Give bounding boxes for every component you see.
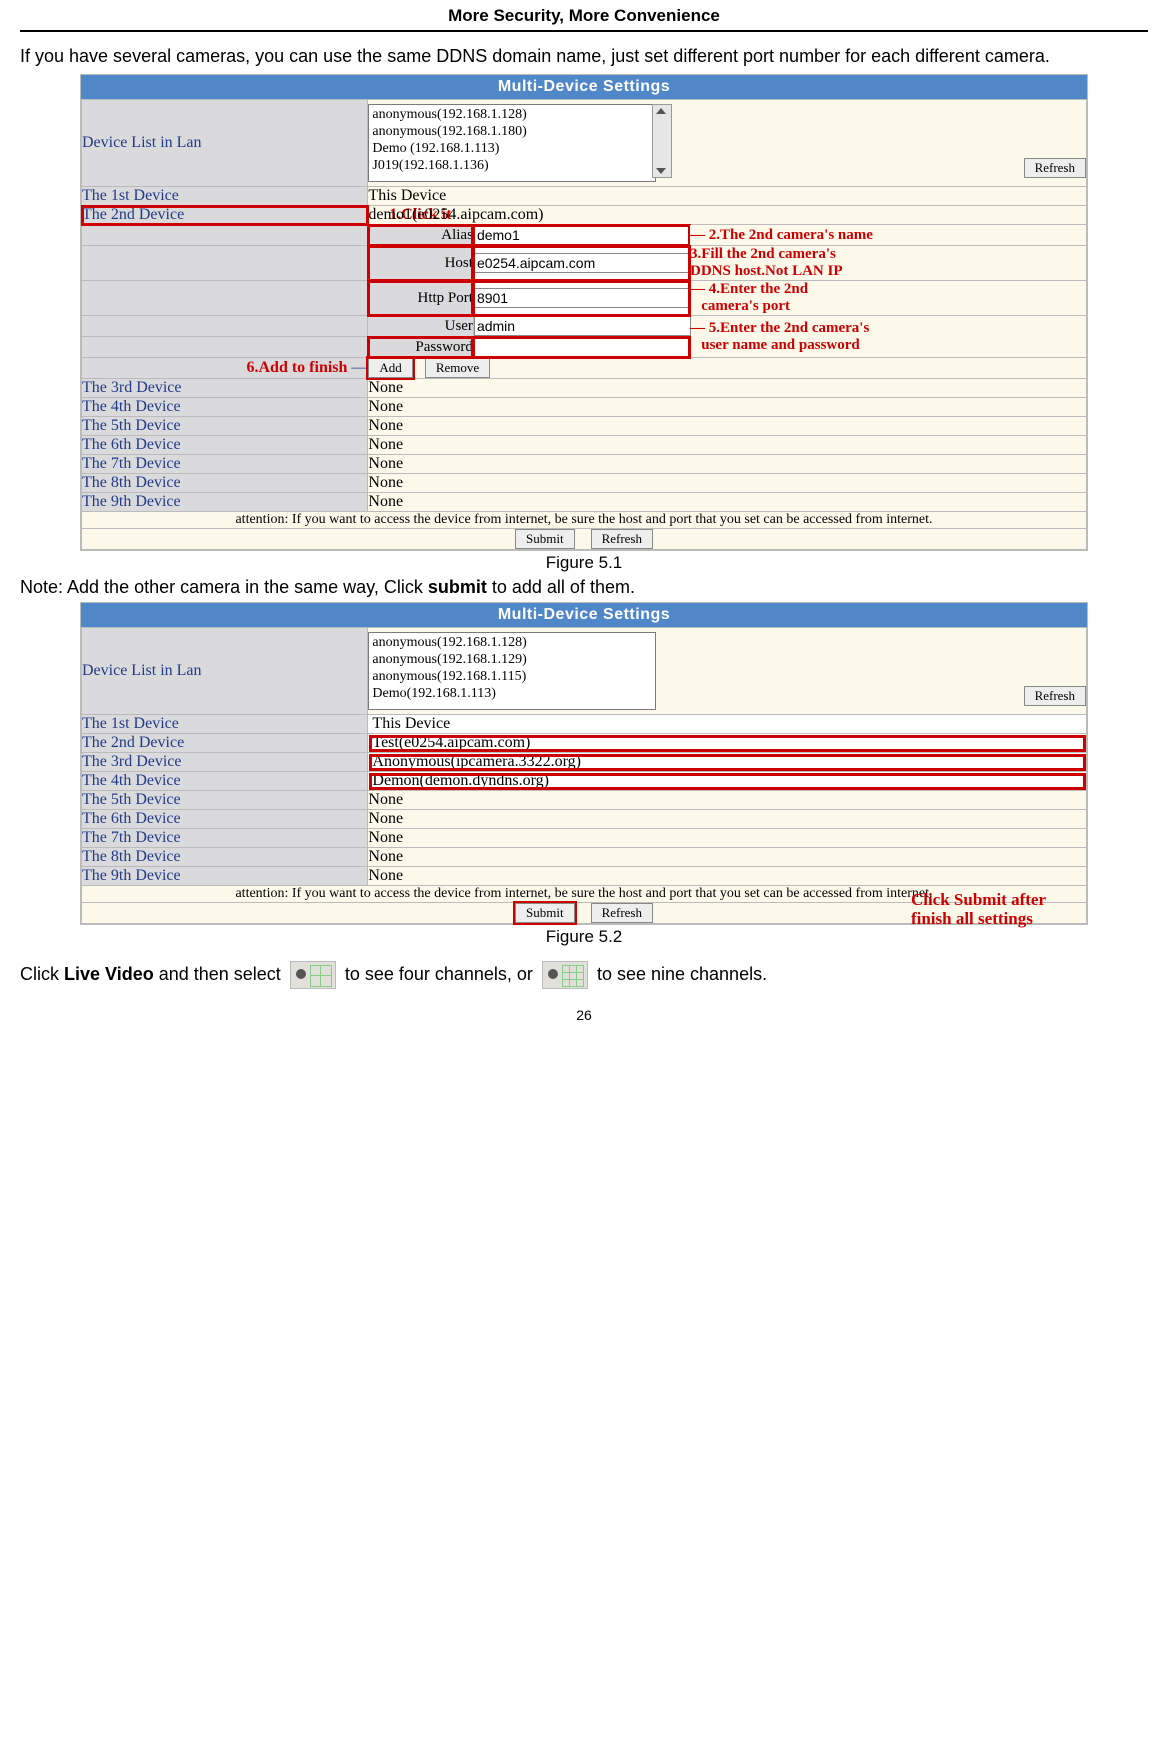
page-number: 26	[20, 1007, 1148, 1023]
dev7-label[interactable]: The 7th Device	[82, 829, 368, 848]
dev5-label[interactable]: The 5th Device	[82, 417, 368, 436]
list-item[interactable]: anonymous(192.168.1.128)	[372, 107, 652, 124]
dev7-value: None	[368, 455, 1087, 474]
user-label: User	[368, 316, 474, 337]
dev9-value: None	[368, 867, 1087, 886]
dev5-value: None	[368, 791, 1087, 810]
dev8-label[interactable]: The 8th Device	[82, 474, 368, 493]
add-button[interactable]: Add	[368, 358, 412, 378]
panel1-table: Device List in Lan anonymous(192.168.1.1…	[81, 99, 1087, 550]
user-value[interactable]	[473, 316, 689, 337]
ann-4a: 4.Enter the 2nd	[709, 281, 808, 297]
dev4-label[interactable]: The 4th Device	[82, 772, 368, 791]
dev5-label[interactable]: The 5th Device	[82, 791, 368, 810]
refresh-button-bottom[interactable]: Refresh	[591, 529, 653, 549]
list-item[interactable]: anonymous(192.168.1.129)	[372, 652, 652, 669]
port-input[interactable]	[474, 288, 691, 308]
list-item[interactable]: Demo (192.168.1.113)	[372, 141, 652, 158]
dev4-value: None	[368, 398, 1087, 417]
list-item[interactable]: Demo(192.168.1.113)	[372, 686, 652, 703]
ann-3b: DDNS host.Not LAN IP	[690, 263, 843, 279]
dev6-label[interactable]: The 6th Device	[82, 436, 368, 455]
submit-button[interactable]: Submit	[515, 903, 575, 923]
panel-multidevice-1: Multi-Device Settings Device List in Lan…	[80, 74, 1088, 551]
dev5-value: None	[368, 417, 1087, 436]
pw-input[interactable]	[474, 337, 691, 357]
intro-text: If you have several cameras, you can use…	[20, 44, 1148, 68]
refresh-button[interactable]: Refresh	[1024, 158, 1086, 178]
dev8-label[interactable]: The 8th Device	[82, 848, 368, 867]
dev1-label: The 1st Device	[82, 187, 368, 206]
device-listbox[interactable]: anonymous(192.168.1.128) anonymous(192.1…	[368, 104, 656, 182]
dev9-label[interactable]: The 9th Device	[82, 867, 368, 886]
panel2-title: Multi-Device Settings	[81, 603, 1087, 627]
figure-5-2-caption: Figure 5.2	[20, 927, 1148, 947]
dev2-label[interactable]: The 2nd Device	[82, 734, 368, 753]
host-label: Host	[368, 246, 474, 281]
dev7-value: None	[368, 829, 1087, 848]
dev3-label[interactable]: The 3rd Device	[82, 753, 368, 772]
dev3-value: Anonymous(ipcamera.3322.org)	[368, 753, 1087, 772]
ann-click-submit: Click Submit afterfinish all settings	[911, 891, 1046, 928]
panel1-title: Multi-Device Settings	[81, 75, 1087, 99]
remove-button[interactable]: Remove	[425, 358, 490, 378]
dev9-value: None	[368, 493, 1087, 512]
port-label: Http Port	[368, 281, 474, 316]
dev8-value: None	[368, 848, 1087, 867]
dev6-value: None	[368, 810, 1087, 829]
alias-input[interactable]	[474, 225, 691, 245]
ann-4b: camera's port	[701, 298, 790, 314]
dev2-label[interactable]: The 2nd Device1.Click it	[82, 206, 368, 225]
dev4-label[interactable]: The 4th Device	[82, 398, 368, 417]
figure-5-1-caption: Figure 5.1	[20, 553, 1148, 573]
page-header: More Security, More Convenience	[20, 0, 1148, 32]
dev6-value: None	[368, 436, 1087, 455]
ann-5a: 5.Enter the 2nd camera's	[709, 320, 870, 336]
alias-value[interactable]	[473, 225, 689, 246]
dev3-value: None	[368, 379, 1087, 398]
pw-value[interactable]	[473, 337, 689, 358]
dev1-value: This Device	[368, 715, 1087, 734]
dev2-value: Test(e0254.aipcam.com)	[368, 734, 1087, 753]
dev8-value: None	[368, 474, 1087, 493]
ann-5b: user name and password	[701, 337, 860, 353]
port-value[interactable]	[473, 281, 689, 316]
ann-3a: 3.Fill the 2nd camera's	[690, 246, 836, 262]
dev4-value: Demon(demon.dyndns.org)	[368, 772, 1087, 791]
list-item[interactable]: anonymous(192.168.1.180)	[372, 124, 652, 141]
dev2-value: demo1(e0254.aipcam.com)	[368, 206, 1087, 225]
dev3-label[interactable]: The 3rd Device	[82, 379, 368, 398]
list-item[interactable]: anonymous(192.168.1.115)	[372, 669, 652, 686]
final-instruction: Click Live Video and then select to see …	[20, 961, 1148, 989]
pw-label: Password	[368, 337, 474, 358]
host-input[interactable]	[474, 253, 691, 273]
host-value[interactable]	[473, 246, 689, 281]
device-list-label: Device List in Lan	[82, 100, 368, 187]
user-input[interactable]	[474, 316, 691, 336]
dev9-label[interactable]: The 9th Device	[82, 493, 368, 512]
dev1-label: The 1st Device	[82, 715, 368, 734]
four-channel-icon[interactable]	[290, 961, 336, 989]
panel-multidevice-2: Multi-Device Settings Device List in Lan…	[80, 602, 1088, 925]
ann-6: 6.Add to finish	[247, 359, 348, 376]
list-item[interactable]: anonymous(192.168.1.128)	[372, 635, 652, 652]
note-text: Note: Add the other camera in the same w…	[20, 577, 1148, 598]
device-list-label: Device List in Lan	[82, 628, 368, 715]
dev7-label[interactable]: The 7th Device	[82, 455, 368, 474]
alias-label: Alias	[368, 225, 474, 246]
nine-channel-icon[interactable]	[542, 961, 588, 989]
refresh-button-bottom[interactable]: Refresh	[591, 903, 653, 923]
ann-2: 2.The 2nd camera's name	[709, 227, 873, 243]
panel2-table: Device List in Lan anonymous(192.168.1.1…	[81, 627, 1087, 924]
list-item[interactable]: J019(192.168.1.136)	[372, 158, 652, 175]
dev1-value: This Device	[368, 187, 1087, 206]
submit-button[interactable]: Submit	[515, 529, 575, 549]
listbox-scrollbar[interactable]	[652, 104, 672, 178]
refresh-button[interactable]: Refresh	[1024, 686, 1086, 706]
attention-text: attention: If you want to access the dev…	[82, 512, 1087, 529]
device-listbox[interactable]: anonymous(192.168.1.128) anonymous(192.1…	[368, 632, 656, 710]
dev6-label[interactable]: The 6th Device	[82, 810, 368, 829]
